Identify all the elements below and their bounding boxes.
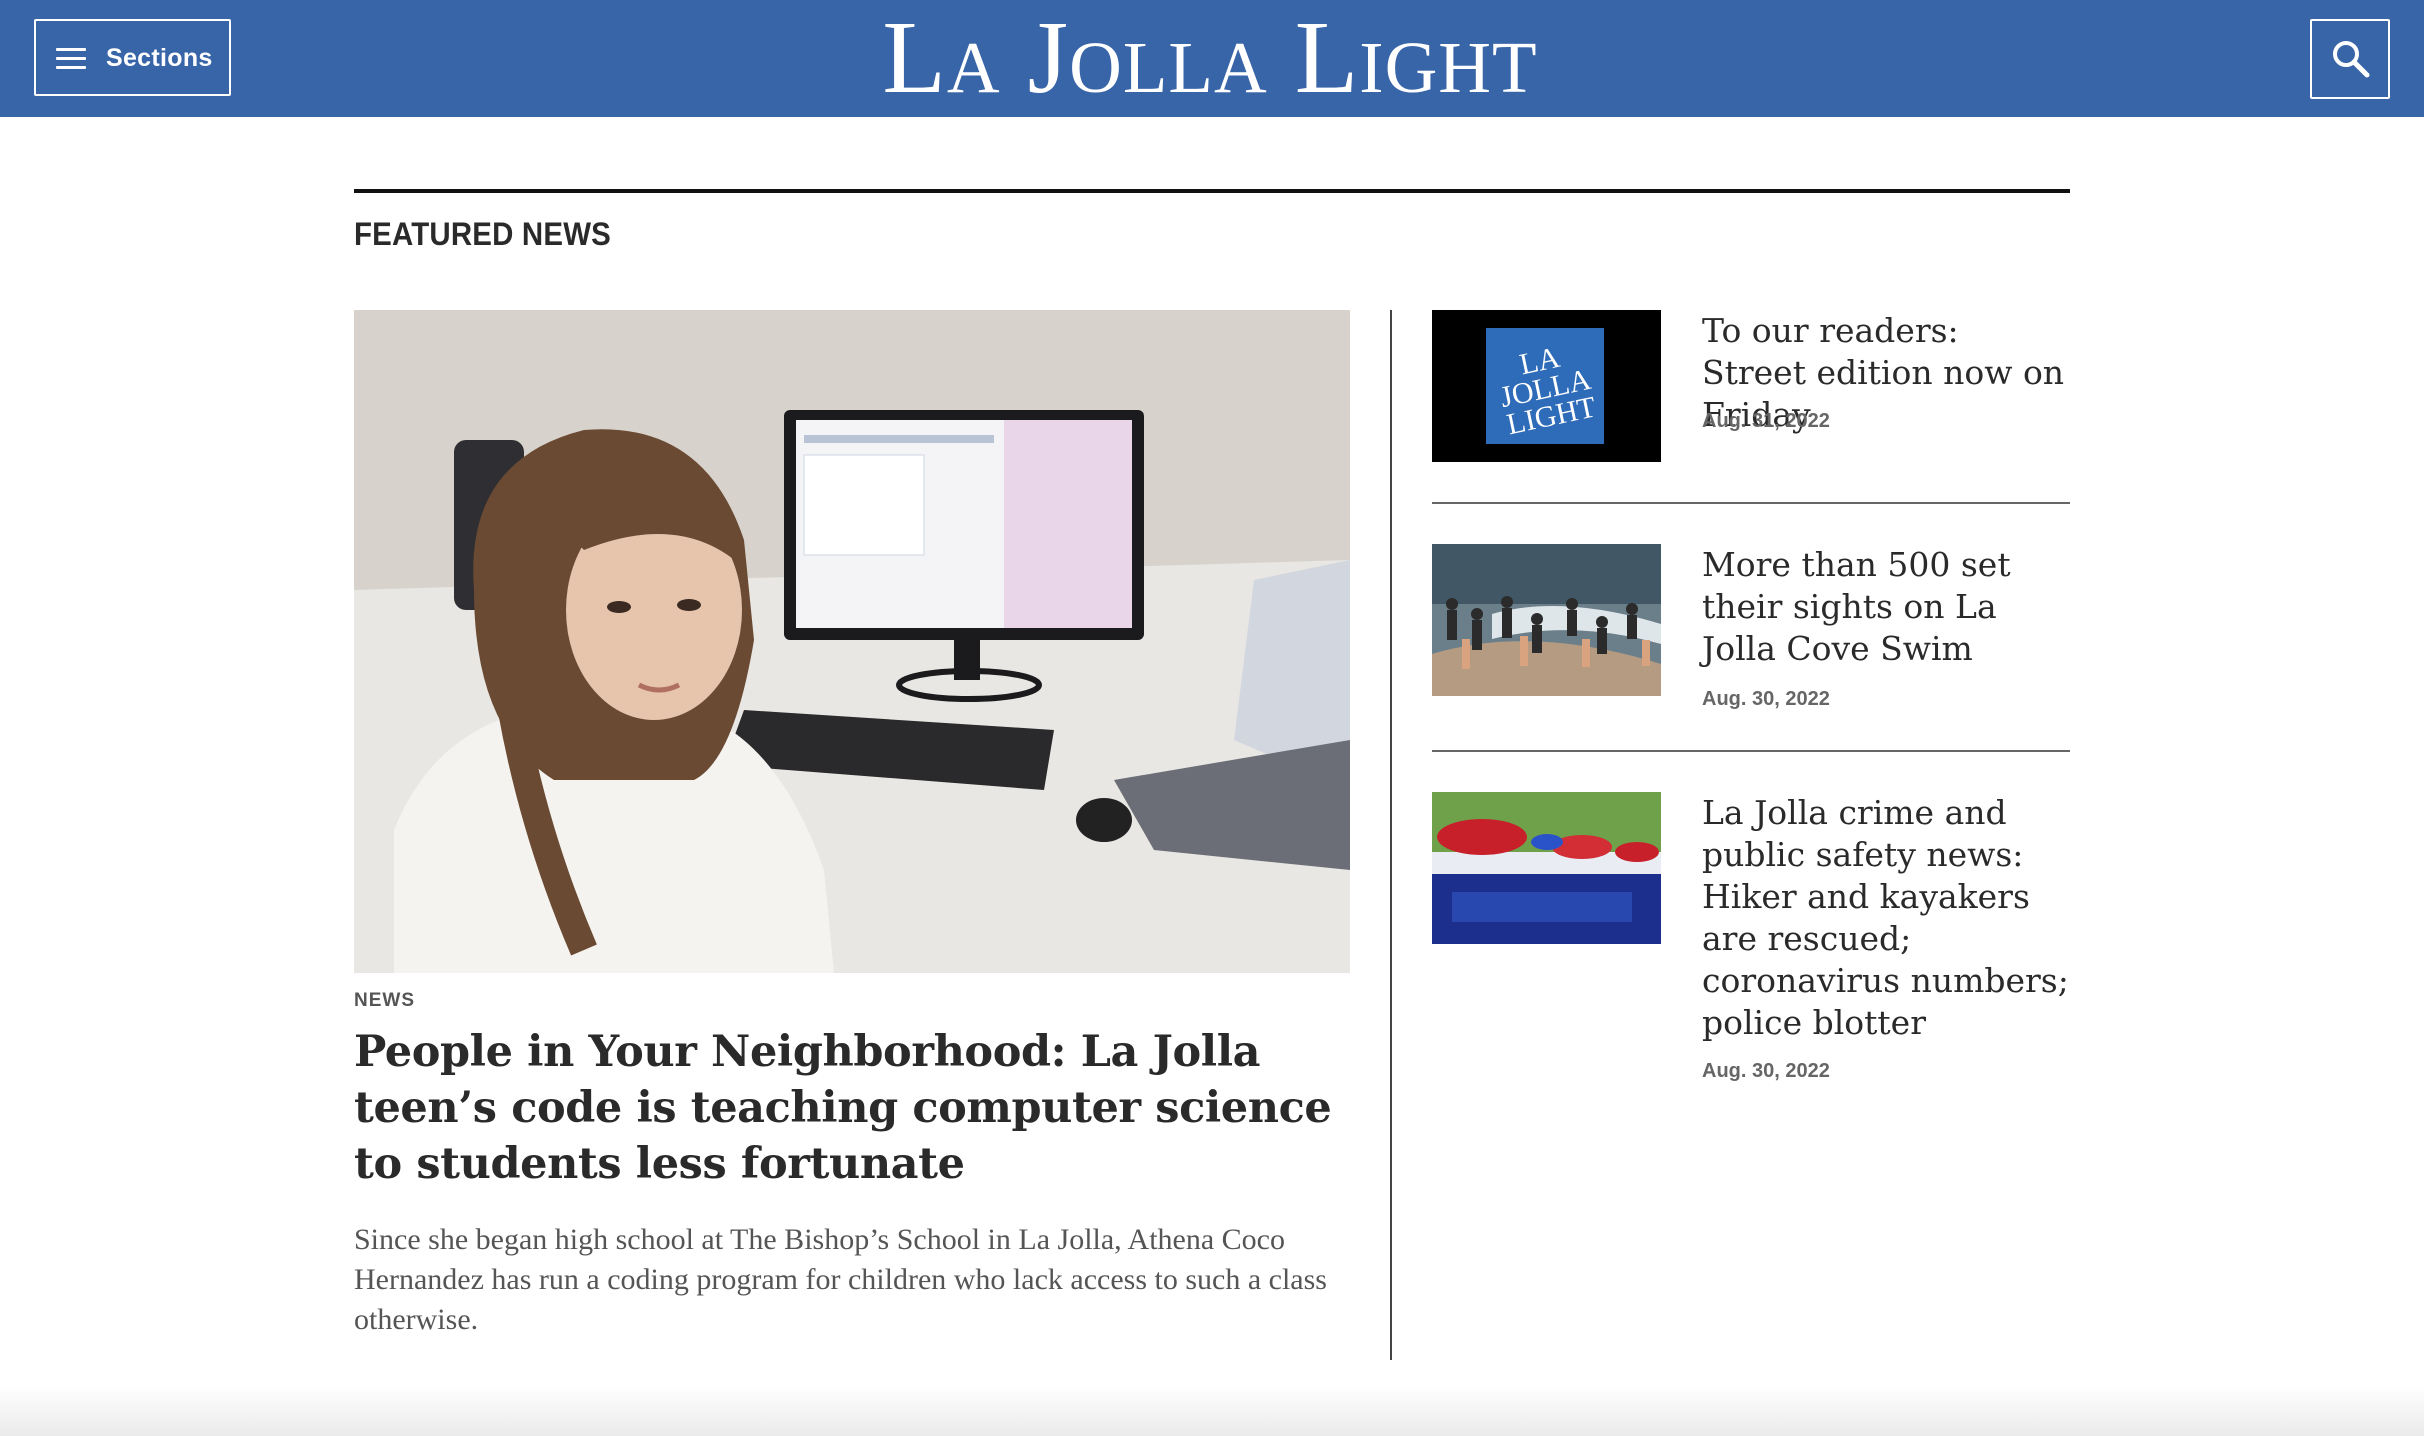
- lead-story-headline[interactable]: People in Your Neighborhood: La Jolla te…: [354, 1024, 1354, 1192]
- column-divider: [1390, 310, 1392, 1360]
- sections-label: Sections: [106, 44, 213, 72]
- side-story-3-date: Aug. 30, 2022: [1702, 1060, 1830, 1082]
- lead-story-image[interactable]: [354, 310, 1350, 973]
- side-story-1: LA JOLLA LIGHT To our readers: Street ed…: [1432, 310, 2070, 462]
- side-story-2: More than 500 set their sights on La Jol…: [1432, 544, 2072, 710]
- side-story-3-thumbnail[interactable]: [1432, 792, 1661, 944]
- search-icon: [2333, 41, 2370, 78]
- top-navigation-bar: Sections La Jolla Light: [0, 0, 2424, 117]
- side-story-2-thumbnail[interactable]: [1432, 544, 1661, 696]
- lead-story-summary: Since she began high school at The Bisho…: [354, 1223, 1327, 1336]
- side-story-1-thumbnail[interactable]: LA JOLLA LIGHT: [1432, 310, 1661, 462]
- story-separator: [1432, 750, 2070, 752]
- side-story-3-headline[interactable]: La Jolla crime and public safety news: H…: [1702, 792, 2072, 1044]
- page-bottom-fade: [0, 1386, 2424, 1436]
- section-title: FEATURED NEWS: [354, 216, 611, 252]
- story-separator: [1432, 502, 2070, 504]
- side-story-1-date: Aug. 31, 2022: [1702, 410, 1830, 432]
- side-story-2-date: Aug. 30, 2022: [1702, 688, 1830, 710]
- side-story-2-headline[interactable]: More than 500 set their sights on La Jol…: [1702, 544, 2072, 670]
- hamburger-menu-icon: [56, 48, 86, 70]
- side-story-3: La Jolla crime and public safety news: H…: [1432, 792, 2070, 1092]
- search-button[interactable]: [2310, 19, 2390, 99]
- sections-menu-button[interactable]: Sections: [34, 19, 231, 96]
- lead-story-category[interactable]: NEWS: [354, 990, 415, 1012]
- site-logo[interactable]: La Jolla Light: [860, 6, 1560, 111]
- section-top-rule: [354, 189, 2070, 193]
